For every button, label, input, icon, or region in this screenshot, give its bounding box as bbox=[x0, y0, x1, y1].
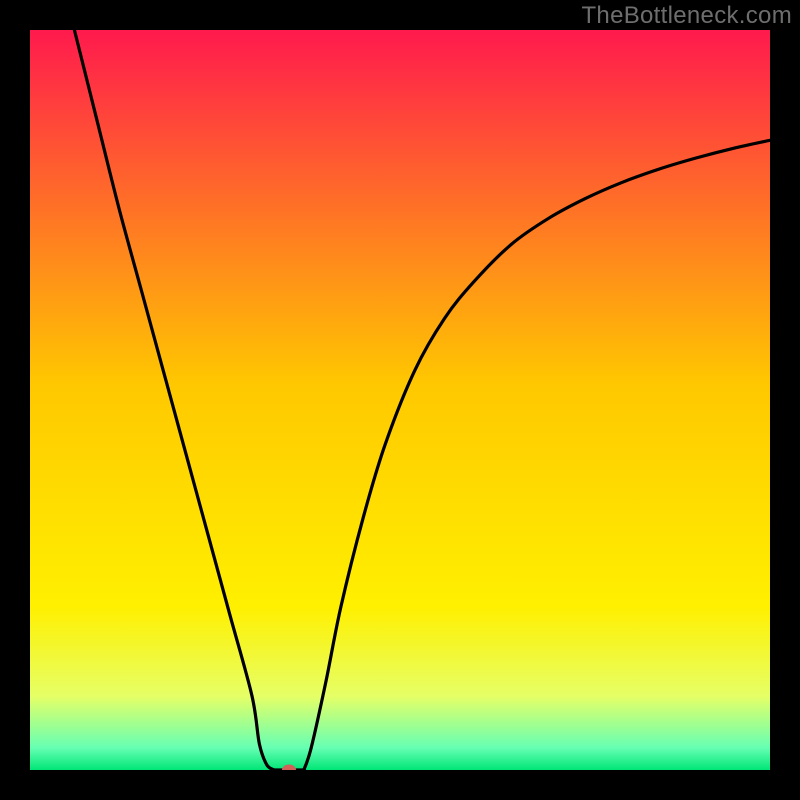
chart-frame: TheBottleneck.com bbox=[0, 0, 800, 800]
chart-svg bbox=[30, 30, 770, 770]
gradient-background bbox=[30, 30, 770, 770]
watermark-text: TheBottleneck.com bbox=[581, 2, 792, 30]
plot-area bbox=[30, 30, 770, 770]
